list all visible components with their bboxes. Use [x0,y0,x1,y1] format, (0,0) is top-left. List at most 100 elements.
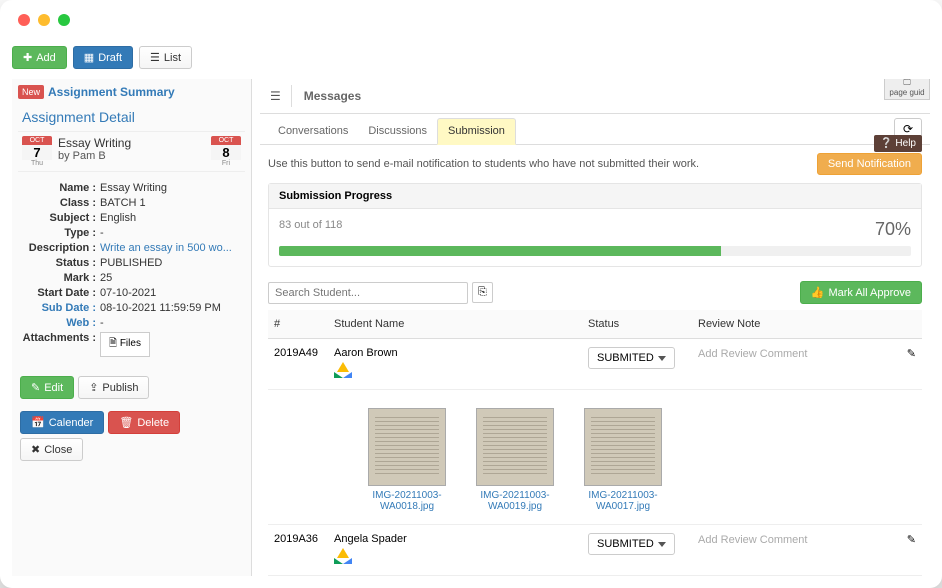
submissions-table: # Student Name Status Review Note 2019A4… [268,310,922,576]
thumbnails-row: IMG-20211003-WA0018.jpg IMG-20211003-WA00… [268,390,922,525]
progress-percent: 70% [875,219,911,240]
progress-fill [279,246,721,256]
progress-card: Submission Progress 83 out of 118 70% [268,183,922,267]
close-window-icon[interactable] [18,14,30,26]
field-attachments-label: Attachments : [20,332,100,357]
table-row: 2019A36 Angela Spader SUBMITED Add Revie… [268,525,922,576]
field-type-label: Type : [20,227,100,239]
menu-icon[interactable]: ☰ [260,85,292,107]
app-window: ✚Add ▦Draft ☰List New Assignment Summary… [0,0,942,588]
field-description-value[interactable]: Write an essay in 500 wo... [100,242,243,254]
progress-text: 83 out of 118 [279,219,342,240]
google-drive-icon[interactable] [334,362,352,378]
publish-button[interactable]: ⇪Publish [78,376,149,399]
detail-list: Name :Essay Writing Class :BATCH 1 Subje… [18,172,245,370]
status-label: SUBMITED [597,538,654,550]
status-dropdown[interactable]: SUBMITED [588,347,675,369]
tab-conversations[interactable]: Conversations [268,119,358,143]
summary-title: Assignment Summary [48,85,175,99]
end-month: OCT [211,136,241,145]
notification-bar: ❔ Help Use this button to send e-mail no… [260,145,930,183]
field-subject-value: English [100,212,243,224]
field-name-value: Essay Writing [100,182,243,194]
field-description-label: Description : [20,242,100,254]
field-mark-value: 25 [100,272,243,284]
tab-discussions[interactable]: Discussions [358,119,437,143]
edit-label: Edit [44,382,63,394]
student-name: Aaron Brown [334,347,576,359]
attachment-thumb[interactable]: IMG-20211003-WA0017.jpg [584,408,662,512]
pencil-icon: ✎ [31,381,40,394]
thumbnail-image [476,408,554,486]
tab-submission[interactable]: Submission [437,118,516,145]
chevron-down-icon [658,356,666,361]
field-mark-label: Mark : [20,272,100,284]
tabs-row: Conversations Discussions Submission ⟳ [260,114,930,145]
page-guide-button[interactable]: 🖵 page guid [884,79,930,100]
review-cell: Add Review Comment ✎ [698,533,916,546]
close-icon: ✖ [31,443,40,456]
file-icon: 🗎 [109,338,117,349]
col-name: Student Name [328,310,582,339]
minimize-window-icon[interactable] [38,14,50,26]
progress-title: Submission Progress [269,184,921,209]
date-row: OCT 7 Thu Essay Writing by Pam B OCT 8 F… [18,131,245,172]
list-button[interactable]: ☰List [139,46,192,69]
maximize-window-icon[interactable] [58,14,70,26]
mark-all-label: Mark All Approve [828,287,911,299]
send-notification-button[interactable]: Send Notification [817,153,922,175]
calendar-icon: 📅 [31,416,45,429]
attachment-thumb[interactable]: IMG-20211003-WA0018.jpg [368,408,446,512]
assignment-title-block: Essay Writing by Pam B [52,136,211,162]
search-student-input[interactable] [268,282,468,304]
help-button[interactable]: ❔ Help [874,135,922,152]
start-weekday: Thu [22,160,52,167]
delete-button[interactable]: 🗑Delete [108,411,180,434]
edit-button[interactable]: ✎ Edit [20,376,74,399]
review-input[interactable]: Add Review Comment [698,534,901,546]
share-icon: ⇪ [89,381,98,394]
col-review: Review Note [692,310,922,339]
detail-title: Assignment Detail [18,103,245,131]
row-id: 2019A36 [268,525,328,576]
search-row: ⎘ 👍Mark All Approve [260,275,930,310]
field-status-value: PUBLISHED [100,257,243,269]
list-label: List [164,52,181,64]
start-day: 7 [22,145,52,160]
calender-label: Calender [49,417,94,429]
field-web-label: Web : [20,317,100,329]
col-id: # [268,310,328,339]
field-sub-date-value: 08-10-2021 11:59:59 PM [100,302,243,314]
end-weekday: Fri [211,160,241,167]
thumbnail-image [368,408,446,486]
content-area: ✚Add ▦Draft ☰List New Assignment Summary… [0,40,942,588]
field-start-date-value: 07-10-2021 [100,287,243,299]
close-button[interactable]: ✖Close [20,438,83,461]
main-area: New Assignment Summary Assignment Detail… [12,79,930,576]
assignment-title: Essay Writing [58,136,205,150]
review-input[interactable]: Add Review Comment [698,348,901,360]
status-dropdown[interactable]: SUBMITED [588,533,675,555]
new-badge: New [18,85,44,99]
monitor-icon: 🖵 [885,79,929,88]
field-name-label: Name : [20,182,100,194]
draft-button[interactable]: ▦Draft [73,46,133,69]
google-drive-icon[interactable] [334,548,352,564]
edit-review-icon[interactable]: ✎ [907,533,916,546]
start-date-chip: OCT 7 Thu [22,136,52,167]
edit-review-icon[interactable]: ✎ [907,347,916,360]
send-notification-label: Send Notification [828,158,911,170]
files-button[interactable]: 🗎 Files [100,332,150,357]
thumbs-up-icon: 👍 [811,286,825,299]
chevron-down-icon [658,542,666,547]
row-id: 2019A49 [268,339,328,390]
add-button[interactable]: ✚Add [12,46,67,69]
status-label: SUBMITED [597,352,654,364]
thumbnail-filename: IMG-20211003-WA0017.jpg [584,490,662,512]
attachment-thumb[interactable]: IMG-20211003-WA0019.jpg [476,408,554,512]
calender-button[interactable]: 📅 Calender [20,411,104,434]
row-name-cell: Angela Spader [328,525,582,576]
mark-all-approve-button[interactable]: 👍Mark All Approve [800,281,922,304]
export-icon[interactable]: ⎘ [472,282,493,303]
plus-icon: ✚ [23,51,32,64]
